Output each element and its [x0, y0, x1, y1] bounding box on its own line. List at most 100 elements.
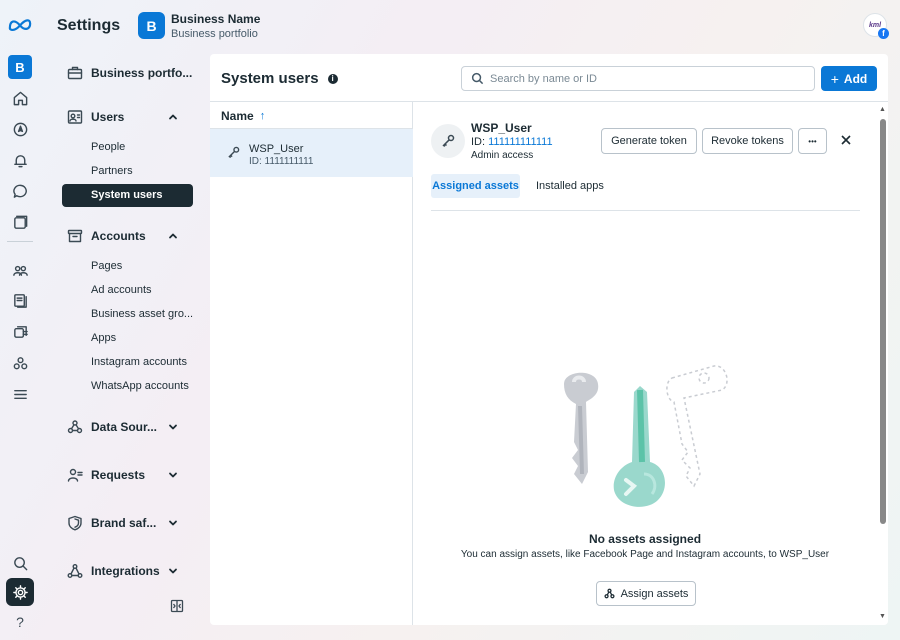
tab-divider	[431, 210, 860, 211]
more-options-button[interactable]: •••	[798, 128, 827, 154]
assign-assets-button[interactable]: Assign assets	[596, 581, 696, 606]
chevron-down-icon[interactable]	[167, 517, 179, 529]
close-icon[interactable]	[839, 133, 853, 147]
search-input[interactable]	[490, 72, 790, 85]
business-avatar[interactable]: B	[138, 12, 165, 39]
gear-icon[interactable]	[6, 578, 34, 606]
sidebar-requests-label: Requests	[91, 468, 146, 482]
empty-state-title: No assets assigned	[588, 532, 702, 546]
briefcase-icon	[67, 66, 83, 80]
list-item-id: ID: 1111111111	[249, 156, 314, 167]
main-panel: System users i + Add Name ↑ WSP_User ID:…	[210, 54, 888, 625]
sidebar-users-label: Users	[91, 110, 125, 124]
sidebar-data-sources-label: Data Sour...	[91, 420, 158, 434]
users-group-icon[interactable]	[8, 351, 32, 375]
info-icon[interactable]: i	[327, 73, 338, 84]
chevron-down-icon[interactable]	[167, 469, 179, 481]
sidebar-users[interactable]: Users	[67, 107, 124, 127]
users-icon	[67, 110, 83, 124]
sidebar-item-business-asset-groups[interactable]: Business asset gro...	[91, 306, 193, 322]
sidebar-brand-safety[interactable]: Brand saf...	[67, 513, 156, 533]
chevron-up-icon[interactable]	[167, 111, 179, 123]
search-icon[interactable]	[8, 551, 32, 575]
bell-icon[interactable]	[8, 148, 32, 172]
tab-assigned-assets[interactable]: Assigned assets	[431, 174, 520, 198]
sidebar-integrations[interactable]: Integrations	[67, 561, 160, 581]
sidebar-accounts[interactable]: Accounts	[67, 226, 146, 246]
detail-id-prefix: ID:	[471, 136, 489, 148]
sidebar-business-portfolio-label: Business portfo...	[91, 66, 193, 80]
sidebar-item-people[interactable]: People	[91, 139, 125, 155]
help-glyph: ?	[16, 614, 24, 630]
sidebar-item-ad-accounts[interactable]: Ad accounts	[91, 282, 152, 298]
pages-icon[interactable]	[8, 210, 32, 234]
people-icon[interactable]	[8, 258, 32, 282]
rail-divider	[7, 241, 33, 242]
detail-user-id: ID: 111111111111	[471, 136, 553, 148]
chevron-down-icon[interactable]	[167, 421, 179, 433]
plus-icon: +	[830, 70, 839, 87]
sidebar-item-apps[interactable]: Apps	[91, 330, 116, 346]
add-button-label: Add	[843, 71, 868, 86]
detail-pane: WSP_User ID: 111111111111 Admin access G…	[414, 102, 888, 625]
list-item-name: WSP_User	[249, 143, 304, 155]
chevron-up-icon[interactable]	[167, 230, 179, 242]
sidebar-data-sources[interactable]: Data Sour...	[67, 417, 157, 437]
business-name[interactable]: Business Name	[171, 12, 260, 26]
user-avatar[interactable]: kml f	[863, 13, 889, 39]
tab-installed-apps[interactable]: Installed apps	[536, 174, 604, 198]
business-b-icon[interactable]: B	[8, 55, 32, 79]
global-nav-rail: B ?	[0, 0, 40, 640]
sidebar-integrations-label: Integrations	[91, 564, 160, 578]
data-sources-icon	[67, 420, 83, 434]
sidebar-business-portfolio[interactable]: Business portfo...	[67, 63, 192, 83]
empty-state-subtitle: You can assign assets, like Facebook Pag…	[460, 549, 830, 560]
revoke-tokens-button[interactable]: Revoke tokens	[702, 128, 793, 154]
sidebar-item-whatsapp-accounts[interactable]: WhatsApp accounts	[91, 378, 189, 394]
name-column-label: Name	[221, 109, 254, 123]
user-avatar-text: kml	[868, 21, 882, 29]
generate-token-button[interactable]: Generate token	[601, 128, 697, 154]
sidebar-accounts-label: Accounts	[91, 229, 146, 243]
scroll-up-icon[interactable]: ▲	[879, 106, 886, 113]
home-icon[interactable]	[8, 86, 32, 110]
key-icon	[431, 124, 465, 158]
name-column-header[interactable]: Name ↑	[221, 109, 265, 123]
chat-icon[interactable]	[8, 179, 32, 203]
detail-id-value[interactable]: 111111111111	[488, 136, 552, 148]
page-title: Settings	[57, 17, 121, 34]
meta-logo-icon[interactable]	[7, 12, 33, 36]
sidebar-item-pages[interactable]: Pages	[91, 258, 122, 274]
system-users-list: Name ↑ WSP_User ID: 1111111111	[210, 102, 413, 625]
search-icon	[471, 72, 484, 85]
scrollbar-thumb[interactable]	[880, 119, 886, 524]
collapse-sidebar-icon[interactable]	[170, 599, 184, 613]
chevron-down-icon[interactable]	[167, 565, 179, 577]
search-field[interactable]	[461, 66, 815, 91]
list-item[interactable]: WSP_User ID: 1111111111	[210, 129, 413, 177]
key-icon	[222, 141, 244, 163]
help-icon[interactable]: ?	[8, 610, 32, 634]
sidebar-item-instagram-accounts[interactable]: Instagram accounts	[91, 354, 187, 370]
add-button[interactable]: + Add	[821, 66, 877, 91]
facebook-badge-icon: f	[878, 28, 889, 39]
detail-access-level: Admin access	[471, 150, 534, 161]
sidebar-brand-safety-label: Brand saf...	[91, 516, 157, 530]
integrations-icon	[67, 564, 83, 578]
sidebar-requests[interactable]: Requests	[67, 465, 145, 485]
main-title: System users i	[221, 70, 338, 87]
sort-arrow-icon: ↑	[259, 110, 266, 122]
layers-icon[interactable]	[8, 320, 32, 344]
detail-scrollbar[interactable]: ▲ ▼	[878, 102, 888, 625]
catalog-icon[interactable]	[8, 288, 32, 312]
assign-assets-label: Assign assets	[620, 587, 689, 600]
sidebar-item-system-users[interactable]: System users	[62, 184, 193, 207]
shield-icon	[68, 515, 82, 531]
scroll-down-icon[interactable]: ▼	[879, 613, 886, 620]
detail-user-name: WSP_User	[471, 121, 532, 135]
archive-icon	[67, 229, 83, 243]
sidebar-item-partners[interactable]: Partners	[91, 163, 133, 179]
menu-icon[interactable]	[8, 382, 32, 406]
assets-icon	[604, 588, 615, 599]
compass-icon[interactable]	[8, 117, 32, 141]
